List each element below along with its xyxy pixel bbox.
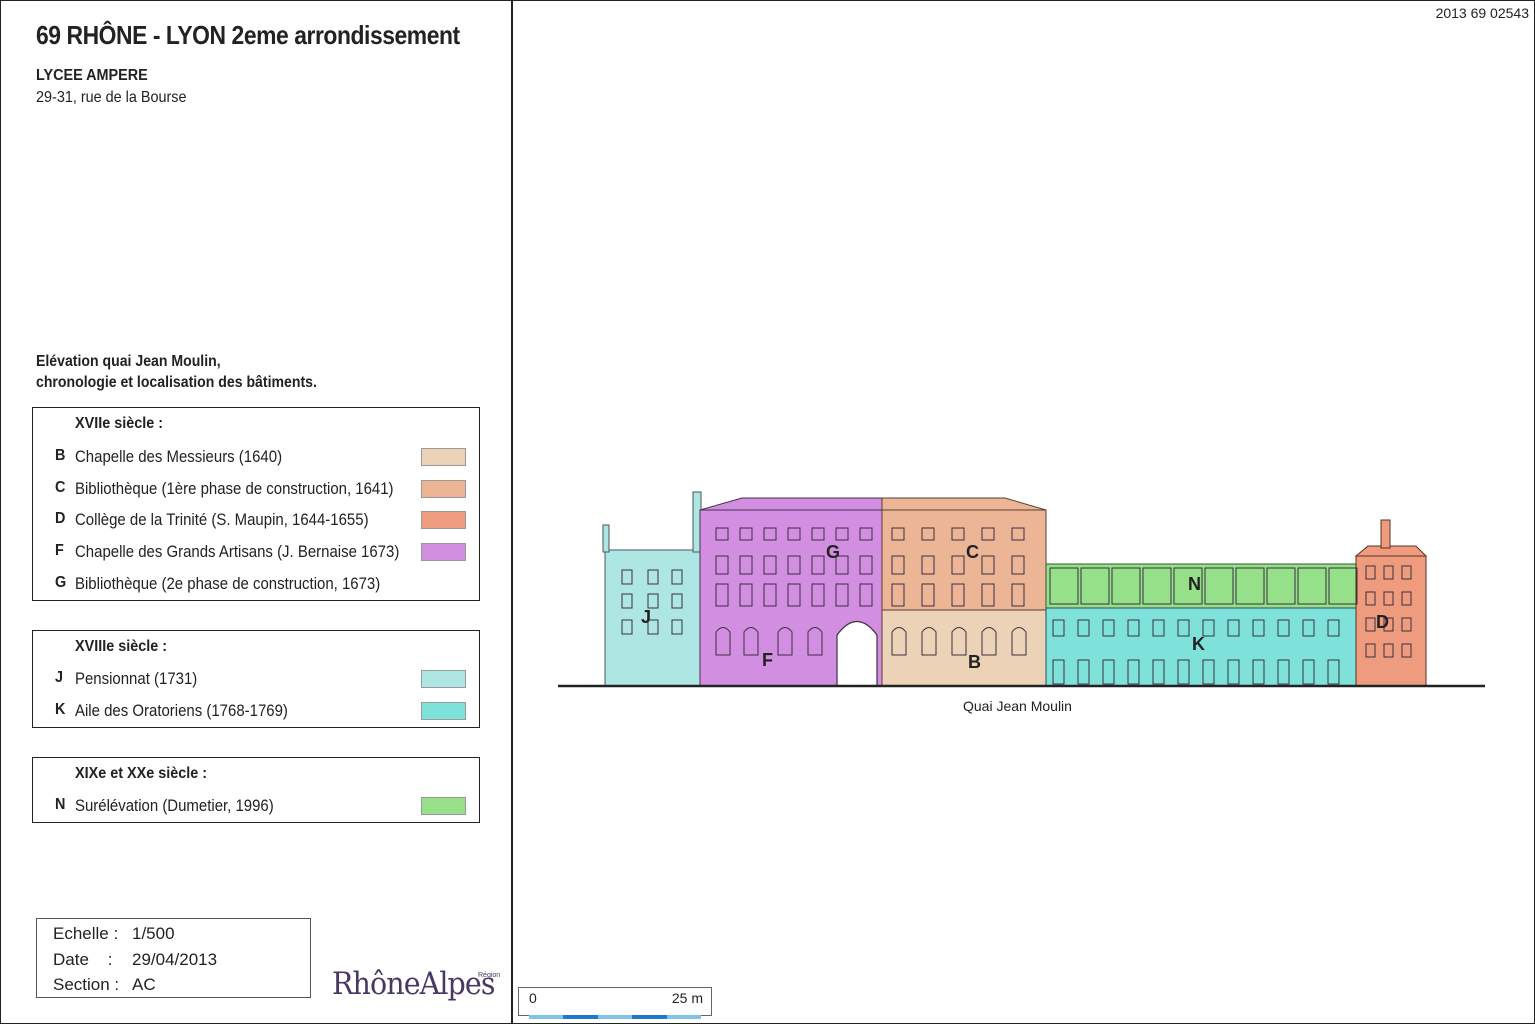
legend-label: Chapelle des Messieurs (1640): [75, 447, 283, 466]
legend-code: N: [55, 796, 66, 813]
page-title: 69 RHÔNE - LYON 2eme arrondissement: [36, 20, 460, 50]
legend-label: Chapelle des Grands Artisans (J. Bernais…: [75, 542, 400, 561]
drawing-caption: Elévation quai Jean Moulin, chronologie …: [36, 351, 317, 393]
building-name: LYCEE AMPERE: [36, 67, 148, 84]
legend-code: K: [55, 701, 66, 718]
legend-item-f: F Chapelle des Grands Artisans (J. Berna…: [33, 540, 479, 564]
legend-code: J: [55, 669, 64, 686]
legend-swatch: [421, 543, 466, 561]
scale-bar: [529, 1006, 701, 1019]
legend-box-17th-century: XVIIe siècle : B Chapelle des Messieurs …: [32, 407, 480, 601]
reference-number: 2013 69 02543: [1435, 5, 1529, 21]
legend-code: D: [55, 510, 66, 527]
scale-end-label: 25 m: [671, 990, 703, 1006]
building-n: [1045, 563, 1357, 609]
label-f: F: [762, 650, 773, 670]
legend-label: Collège de la Trinité (S. Maupin, 1644-1…: [75, 510, 369, 529]
label-n: N: [1188, 574, 1201, 594]
building-b: [881, 609, 1047, 687]
scale-bar-box: 0 25 m: [518, 987, 712, 1019]
scale-start-label: 0: [529, 990, 537, 1006]
legend-item-c: C Bibliothèque (1ère phase de constructi…: [33, 477, 479, 501]
legend-swatch: [421, 448, 466, 466]
legend-code: G: [55, 574, 67, 591]
legend-heading: XVIIe siècle :: [75, 415, 164, 432]
facade-elevation: J G F C B N K D: [558, 491, 1485, 688]
caption-line-2: chronologie et localisation des bâtiment…: [36, 374, 317, 391]
legend-box-19th-20th-century: XIXe et XXe siècle : N Surélévation (Dum…: [32, 757, 480, 823]
info-scale-label: Echelle :: [53, 924, 119, 943]
info-date-value: 29/04/2013: [132, 950, 218, 969]
legend-heading: XIXe et XXe siècle :: [75, 765, 208, 782]
panel-divider: [511, 0, 513, 1024]
legend-label: Bibliothèque (2e phase de construction, …: [75, 574, 381, 593]
info-scale: Echelle : 1/500: [53, 924, 175, 944]
legend-item-g: G Bibliothèque (2e phase de construction…: [33, 572, 479, 596]
label-g: G: [826, 542, 840, 562]
legend-swatch: [421, 702, 466, 720]
legend-item-j: J Pensionnat (1731): [33, 667, 479, 691]
label-j: J: [641, 607, 651, 627]
info-section-label: Section :: [53, 975, 120, 994]
info-scale-value: 1/500: [132, 924, 175, 943]
legend-label: Surélévation (Dumetier, 1996): [75, 796, 274, 815]
legend-swatch: [421, 511, 466, 529]
legend-code: C: [55, 479, 66, 496]
label-d: D: [1376, 612, 1389, 632]
street-label: Quai Jean Moulin: [963, 698, 1072, 714]
caption-line-1: Elévation quai Jean Moulin,: [36, 353, 221, 370]
legend-item-n: N Surélévation (Dumetier, 1996): [33, 794, 479, 818]
building-address: 29-31, rue de la Bourse: [36, 89, 187, 106]
info-date: Date : 29/04/2013: [53, 950, 217, 970]
gate-arch: [836, 620, 878, 687]
legend-swatch: [421, 480, 466, 498]
info-date-label: Date :: [53, 950, 113, 969]
legend-label: Bibliothèque (1ère phase de construction…: [75, 479, 394, 498]
legend-swatch: [421, 670, 466, 688]
info-section-value: AC: [132, 975, 156, 994]
legend-label: Aile des Oratoriens (1768-1769): [75, 701, 288, 720]
legend-item-k: K Aile des Oratoriens (1768-1769): [33, 699, 479, 723]
logo-region-text: Région: [478, 972, 501, 979]
legend-label: Pensionnat (1731): [75, 669, 198, 688]
legend-swatch: [421, 797, 466, 815]
info-box: Echelle : 1/500 Date : 29/04/2013 Sectio…: [36, 918, 311, 998]
legend-item-d: D Collège de la Trinité (S. Maupin, 1644…: [33, 508, 479, 532]
label-c: C: [966, 542, 979, 562]
info-section: Section : AC: [53, 975, 156, 995]
label-k: K: [1192, 634, 1205, 654]
rhone-alpes-logo: RhôneAlpes: [332, 966, 495, 1002]
legend-box-18th-century: XVIIIe siècle : J Pensionnat (1731) K Ai…: [32, 630, 480, 728]
label-b: B: [968, 652, 981, 672]
legend-code: B: [55, 447, 66, 464]
legend-code: F: [55, 542, 64, 559]
chimney: [602, 524, 610, 553]
legend-item-b: B Chapelle des Messieurs (1640): [33, 445, 479, 469]
legend-heading: XVIIIe siècle :: [75, 638, 168, 655]
